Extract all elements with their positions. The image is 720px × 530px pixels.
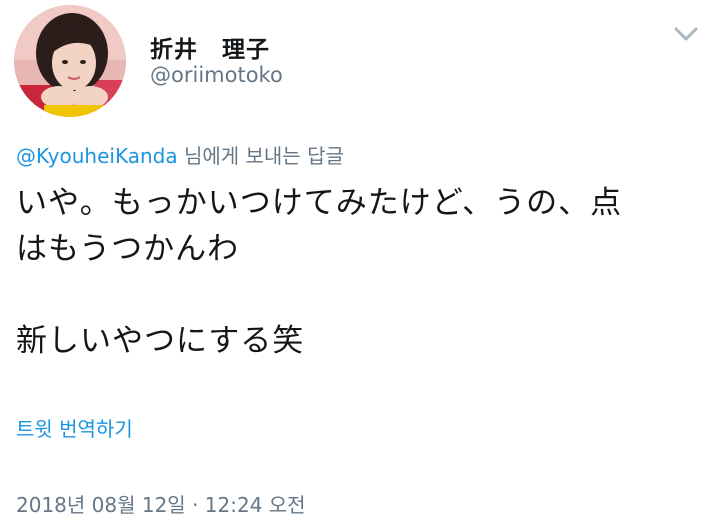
user-handle[interactable]: @oriimotoko [150, 63, 283, 87]
reply-context: @KyouheiKanda 님에게 보내는 답글 [16, 140, 344, 169]
tweet-card: 折井 理子 @oriimotoko @KyouheiKanda 님에게 보내는 … [0, 0, 720, 530]
reply-suffix: 님에게 보내는 답글 [177, 144, 344, 168]
chevron-down-icon[interactable] [673, 25, 699, 43]
tweet-timestamp[interactable]: 2018년 08월 12일 · 12:24 오전 [16, 489, 306, 518]
reply-mention-link[interactable]: @KyouheiKanda [16, 144, 178, 168]
tweet-line: はもうつかんわ [16, 231, 240, 267]
tweet-text: いや。もっかいつけてみたけど、うの、点 はもうつかんわ 新しいやつにする笑 [16, 180, 706, 364]
display-name[interactable]: 折井 理子 [150, 30, 270, 64]
tweet-line: 新しいやつにする笑 [16, 323, 305, 359]
translate-tweet-link[interactable]: 트윗 번역하기 [16, 413, 133, 442]
avatar[interactable] [14, 5, 126, 117]
tweet-line: いや。もっかいつけてみたけど、うの、点 [16, 185, 623, 221]
avatar-photo [14, 5, 126, 117]
